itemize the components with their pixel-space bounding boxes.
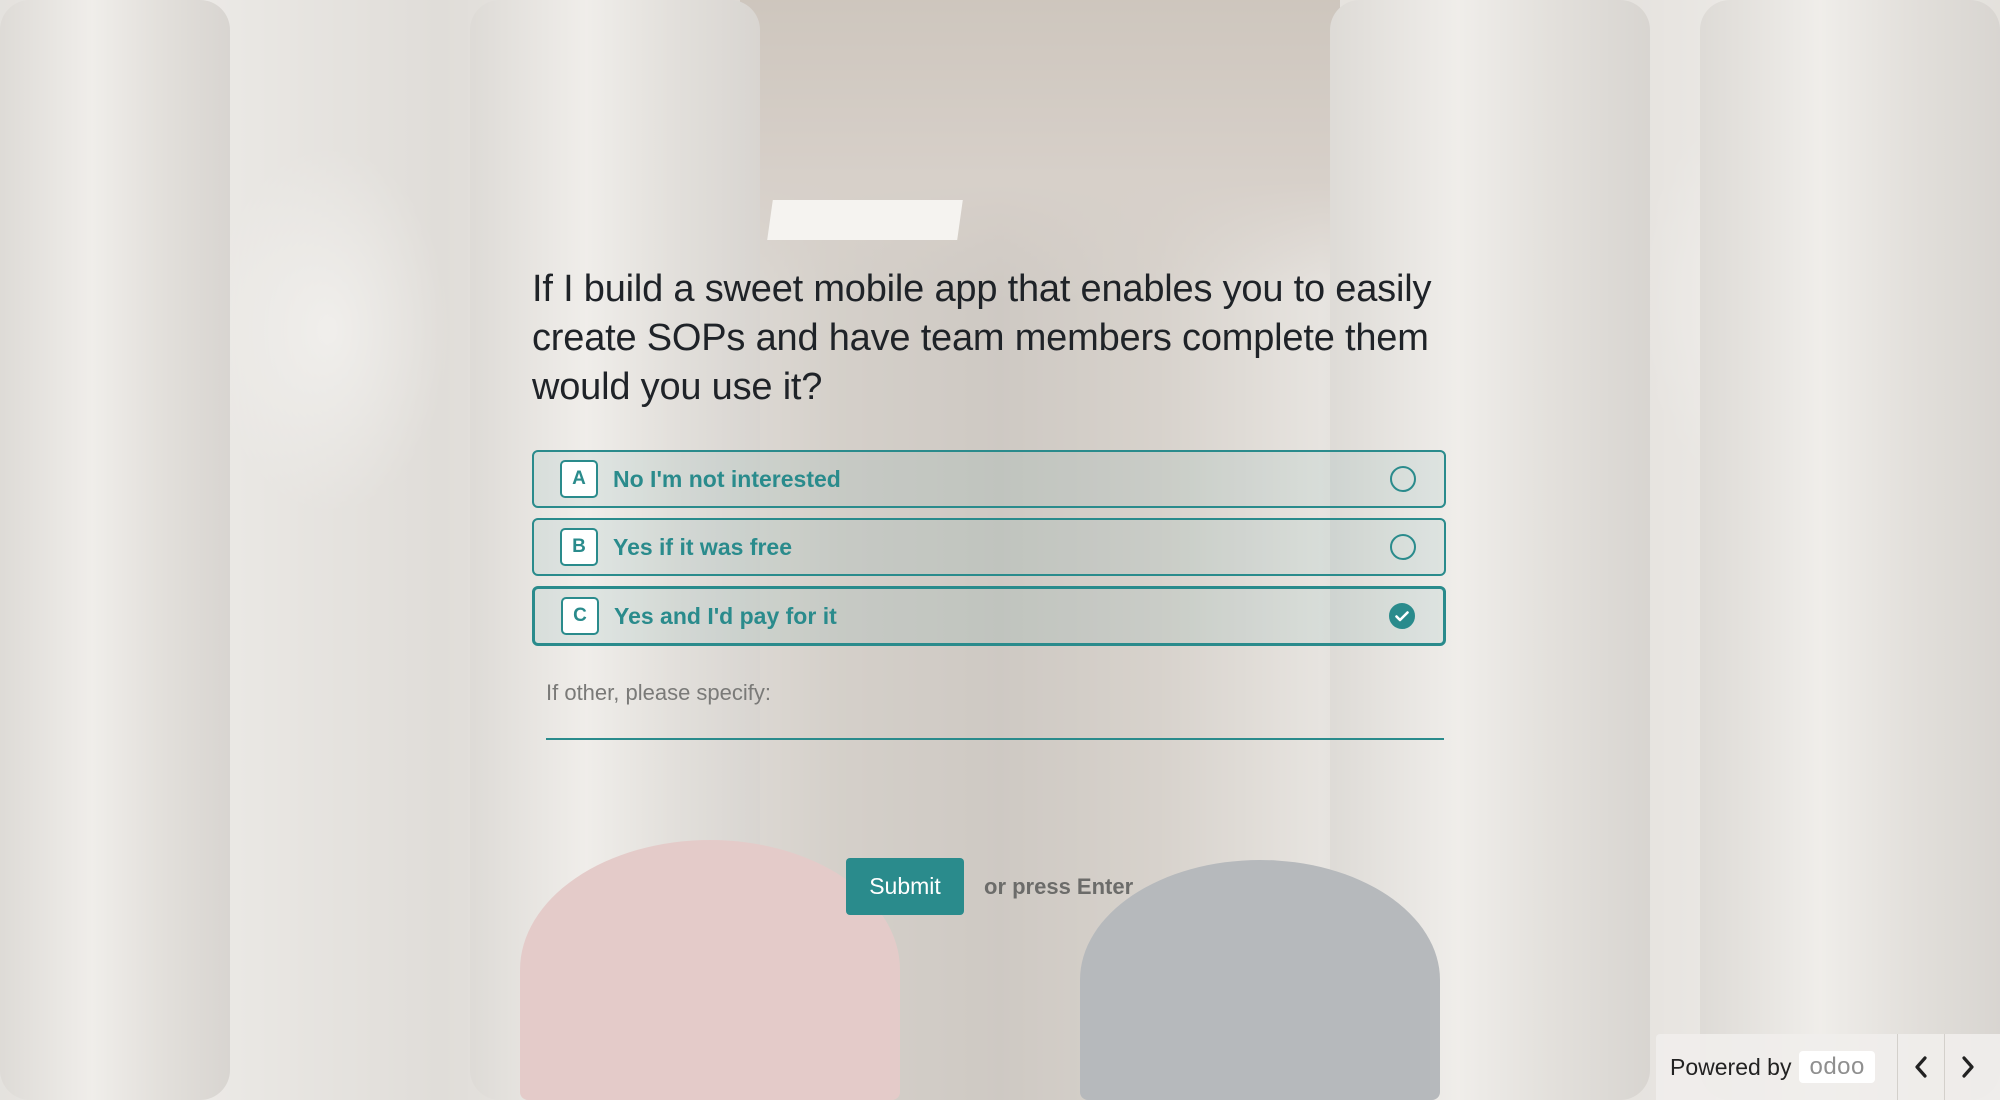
option-label-b: Yes if it was free [613, 533, 792, 560]
chevron-right-icon [1962, 1056, 1974, 1078]
question-panel: If I build a sweet mobile app that enabl… [532, 265, 1446, 740]
submit-row: Submit or press Enter [846, 858, 1133, 915]
previous-page-button[interactable] [1898, 1034, 1944, 1100]
option-key-a: A [560, 460, 598, 498]
radio-empty-icon [1390, 466, 1416, 492]
odoo-logo[interactable]: odoo [1799, 1051, 1875, 1083]
radio-empty-icon [1390, 534, 1416, 560]
option-label-c: Yes and I'd pay for it [614, 602, 837, 629]
answer-option-c[interactable]: C Yes and I'd pay for it [532, 586, 1446, 646]
footer-bar: Powered by odoo [1656, 1034, 2000, 1100]
next-page-button[interactable] [1943, 1034, 1991, 1100]
submit-button[interactable]: Submit [846, 858, 964, 915]
other-field-wrapper [546, 674, 1444, 740]
answer-option-b[interactable]: B Yes if it was free [532, 518, 1446, 576]
question-title: If I build a sweet mobile app that enabl… [532, 268, 1432, 408]
answer-option-a[interactable]: A No I'm not interested [532, 450, 1446, 508]
checkmark-icon [1395, 610, 1409, 621]
press-enter-hint: or press Enter [984, 873, 1134, 899]
survey-page: If I build a sweet mobile app that enabl… [0, 0, 2000, 1100]
answer-options: A No I'm not interested B Yes if it was … [532, 450, 1446, 646]
option-key-c: C [561, 597, 599, 635]
chevron-left-icon [1915, 1056, 1927, 1078]
powered-by-label: Powered by [1670, 1053, 1792, 1080]
option-label-a: No I'm not interested [613, 465, 841, 492]
check-circle-icon [1389, 603, 1415, 629]
option-key-b: B [560, 528, 598, 566]
other-specify-input[interactable] [546, 674, 1444, 738]
